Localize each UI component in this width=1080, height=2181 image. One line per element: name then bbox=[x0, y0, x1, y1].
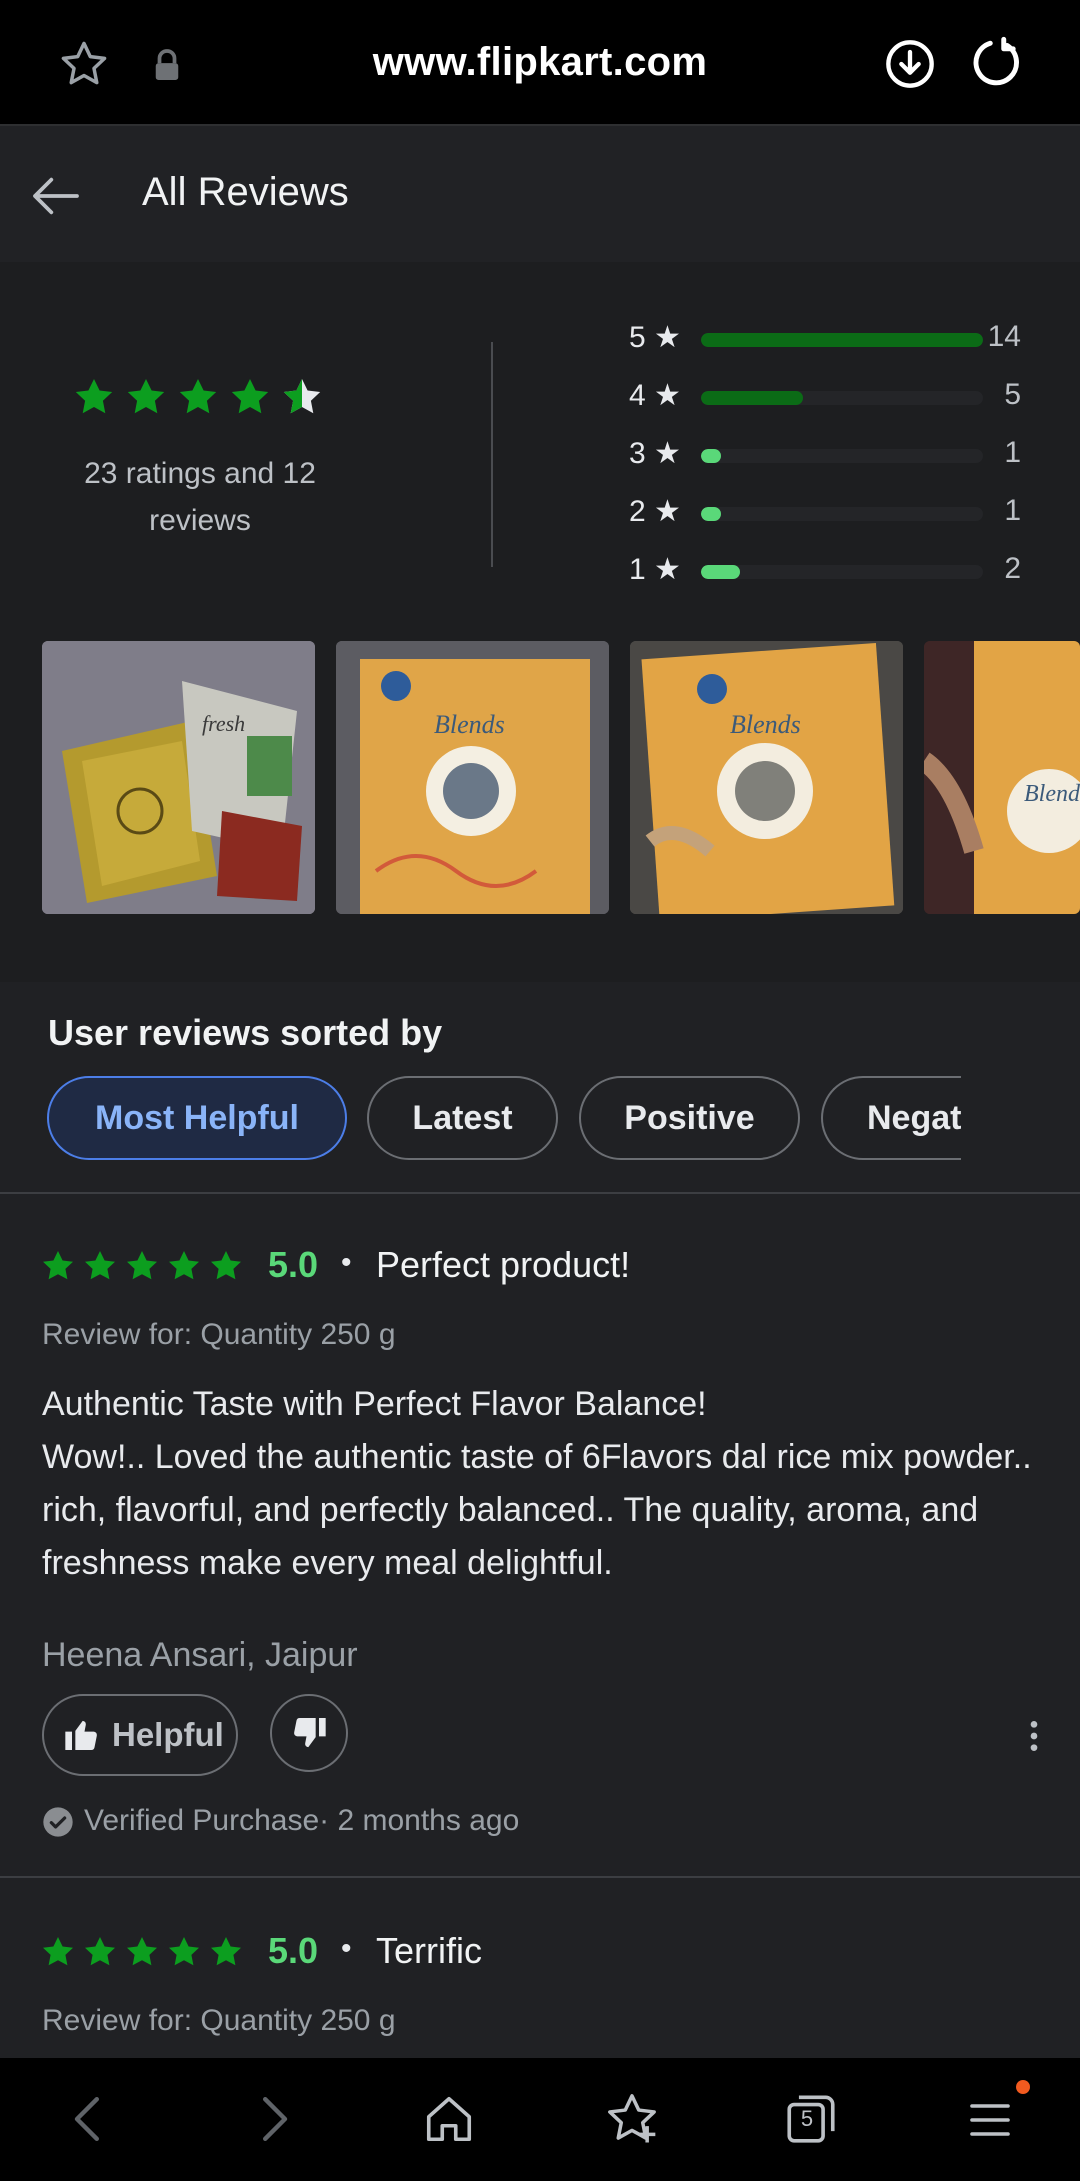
average-rating-stars bbox=[72, 374, 332, 422]
not-helpful-button[interactable] bbox=[270, 1694, 348, 1772]
review-variant: Review for: Quantity 250 g bbox=[42, 2004, 396, 2037]
review-photo-thumbnail[interactable]: Blends bbox=[630, 641, 903, 914]
histogram-row-5: 5 ★ 14 bbox=[625, 320, 1045, 360]
star-icon bbox=[43, 1937, 73, 1966]
download-icon[interactable] bbox=[884, 38, 936, 90]
sort-chip-most-helpful[interactable]: Most Helpful bbox=[47, 1076, 347, 1160]
back-arrow-icon[interactable] bbox=[28, 168, 84, 224]
histogram-label: 4 ★ bbox=[629, 379, 681, 412]
star-icon bbox=[231, 379, 269, 414]
sort-chip-positive[interactable]: Positive bbox=[579, 1076, 800, 1160]
review-title: Terrific bbox=[376, 1930, 482, 1971]
review-photo-thumbnail[interactable]: Blends bbox=[336, 641, 609, 914]
svg-text:fresh: fresh bbox=[202, 711, 245, 736]
star-icon bbox=[75, 379, 113, 414]
helpful-label: Helpful bbox=[112, 1716, 224, 1753]
home-icon[interactable] bbox=[422, 2092, 476, 2146]
review-body: Authentic Taste with Perfect Flavor Bala… bbox=[42, 1378, 1052, 1590]
histogram-bar bbox=[701, 391, 803, 405]
separator-dot: • bbox=[341, 1932, 352, 1965]
sort-chip-negative[interactable]: Negat bbox=[821, 1076, 961, 1160]
page-title: All Reviews bbox=[142, 170, 349, 214]
star-icon bbox=[85, 1937, 115, 1966]
review-author: Heena Ansari, Jaipur bbox=[42, 1636, 358, 1674]
review-stars bbox=[40, 1246, 245, 1286]
review-body-text: Wow!.. Loved the authentic taste of 6Fla… bbox=[42, 1438, 1032, 1582]
ratings-count-text: 23 ratings and 12 reviews bbox=[84, 457, 316, 537]
star-icon bbox=[43, 1251, 73, 1280]
star-icon bbox=[127, 1251, 157, 1280]
histogram-label: 2 ★ bbox=[629, 495, 681, 528]
star-icon bbox=[169, 1251, 199, 1280]
more-options-icon[interactable] bbox=[1016, 1716, 1052, 1756]
histogram-bar bbox=[701, 565, 741, 579]
histogram-label: 1 ★ bbox=[629, 553, 681, 586]
histogram-count: 14 bbox=[987, 320, 1021, 353]
review-stars bbox=[40, 1932, 245, 1972]
histogram-bar bbox=[701, 449, 721, 463]
browser-toolbar: www.flipkart.com bbox=[0, 0, 1080, 126]
star-icon bbox=[211, 1251, 241, 1280]
tab-count: 5 bbox=[800, 2106, 814, 2131]
review-photo-thumbnail[interactable]: fresh bbox=[42, 641, 315, 914]
review-variant: Review for: Quantity 250 g bbox=[42, 1318, 396, 1351]
histogram-label: 3 ★ bbox=[629, 437, 681, 470]
histogram-row-1: 1 ★ 2 bbox=[625, 552, 1045, 592]
histogram-count: 2 bbox=[1004, 552, 1021, 585]
svg-text:Blends: Blends bbox=[434, 710, 505, 739]
histogram-bar bbox=[701, 333, 983, 347]
browser-bottom-nav: 5 bbox=[0, 2058, 1080, 2181]
thumbs-up-icon bbox=[65, 1720, 97, 1751]
helpful-button[interactable]: Helpful bbox=[42, 1694, 238, 1776]
star-icon bbox=[127, 1937, 157, 1966]
forward-icon[interactable] bbox=[252, 2092, 296, 2146]
tabs-button[interactable]: 5 bbox=[782, 2090, 840, 2148]
sort-section-title: User reviews sorted by bbox=[48, 1012, 443, 1053]
review-photo-thumbnail[interactable]: Blends bbox=[924, 641, 1080, 914]
menu-icon[interactable] bbox=[966, 2096, 1014, 2144]
review-divider bbox=[0, 1876, 1080, 1878]
half-star-icon bbox=[283, 379, 321, 414]
reload-icon[interactable] bbox=[970, 36, 1024, 90]
sort-chip-latest[interactable]: Latest bbox=[367, 1076, 558, 1160]
review-title: Perfect product! bbox=[376, 1244, 631, 1285]
star-icon bbox=[179, 379, 217, 414]
histogram-count: 1 bbox=[1004, 494, 1021, 527]
svg-text:Blends: Blends bbox=[730, 710, 801, 739]
review-body-heading: Authentic Taste with Perfect Flavor Bala… bbox=[42, 1385, 707, 1423]
thumbs-down-icon bbox=[294, 1717, 326, 1748]
verified-purchase-text: Verified Purchase· 2 months ago bbox=[84, 1804, 520, 1837]
svg-text:Blends: Blends bbox=[1024, 781, 1080, 807]
back-icon[interactable] bbox=[66, 2092, 110, 2146]
star-icon bbox=[127, 379, 165, 414]
histogram-bar bbox=[701, 507, 721, 521]
star-icon bbox=[211, 1937, 241, 1966]
summary-divider bbox=[491, 342, 493, 567]
star-icon bbox=[85, 1251, 115, 1280]
histogram-count: 5 bbox=[1004, 378, 1021, 411]
bookmarks-star-icon[interactable] bbox=[604, 2090, 660, 2146]
histogram-row-2: 2 ★ 1 bbox=[625, 494, 1045, 534]
star-icon bbox=[169, 1937, 199, 1966]
review-score: 5.0 bbox=[268, 1244, 319, 1285]
histogram-count: 1 bbox=[1004, 436, 1021, 469]
histogram-row-3: 3 ★ 1 bbox=[625, 436, 1045, 476]
notification-dot bbox=[1016, 2080, 1030, 2094]
review-score: 5.0 bbox=[268, 1930, 319, 1971]
separator-dot: • bbox=[341, 1246, 352, 1279]
section-divider bbox=[0, 1192, 1080, 1194]
histogram-label: 5 ★ bbox=[629, 321, 681, 354]
verified-check-icon bbox=[43, 1807, 73, 1837]
histogram-row-4: 4 ★ 5 bbox=[625, 378, 1045, 418]
